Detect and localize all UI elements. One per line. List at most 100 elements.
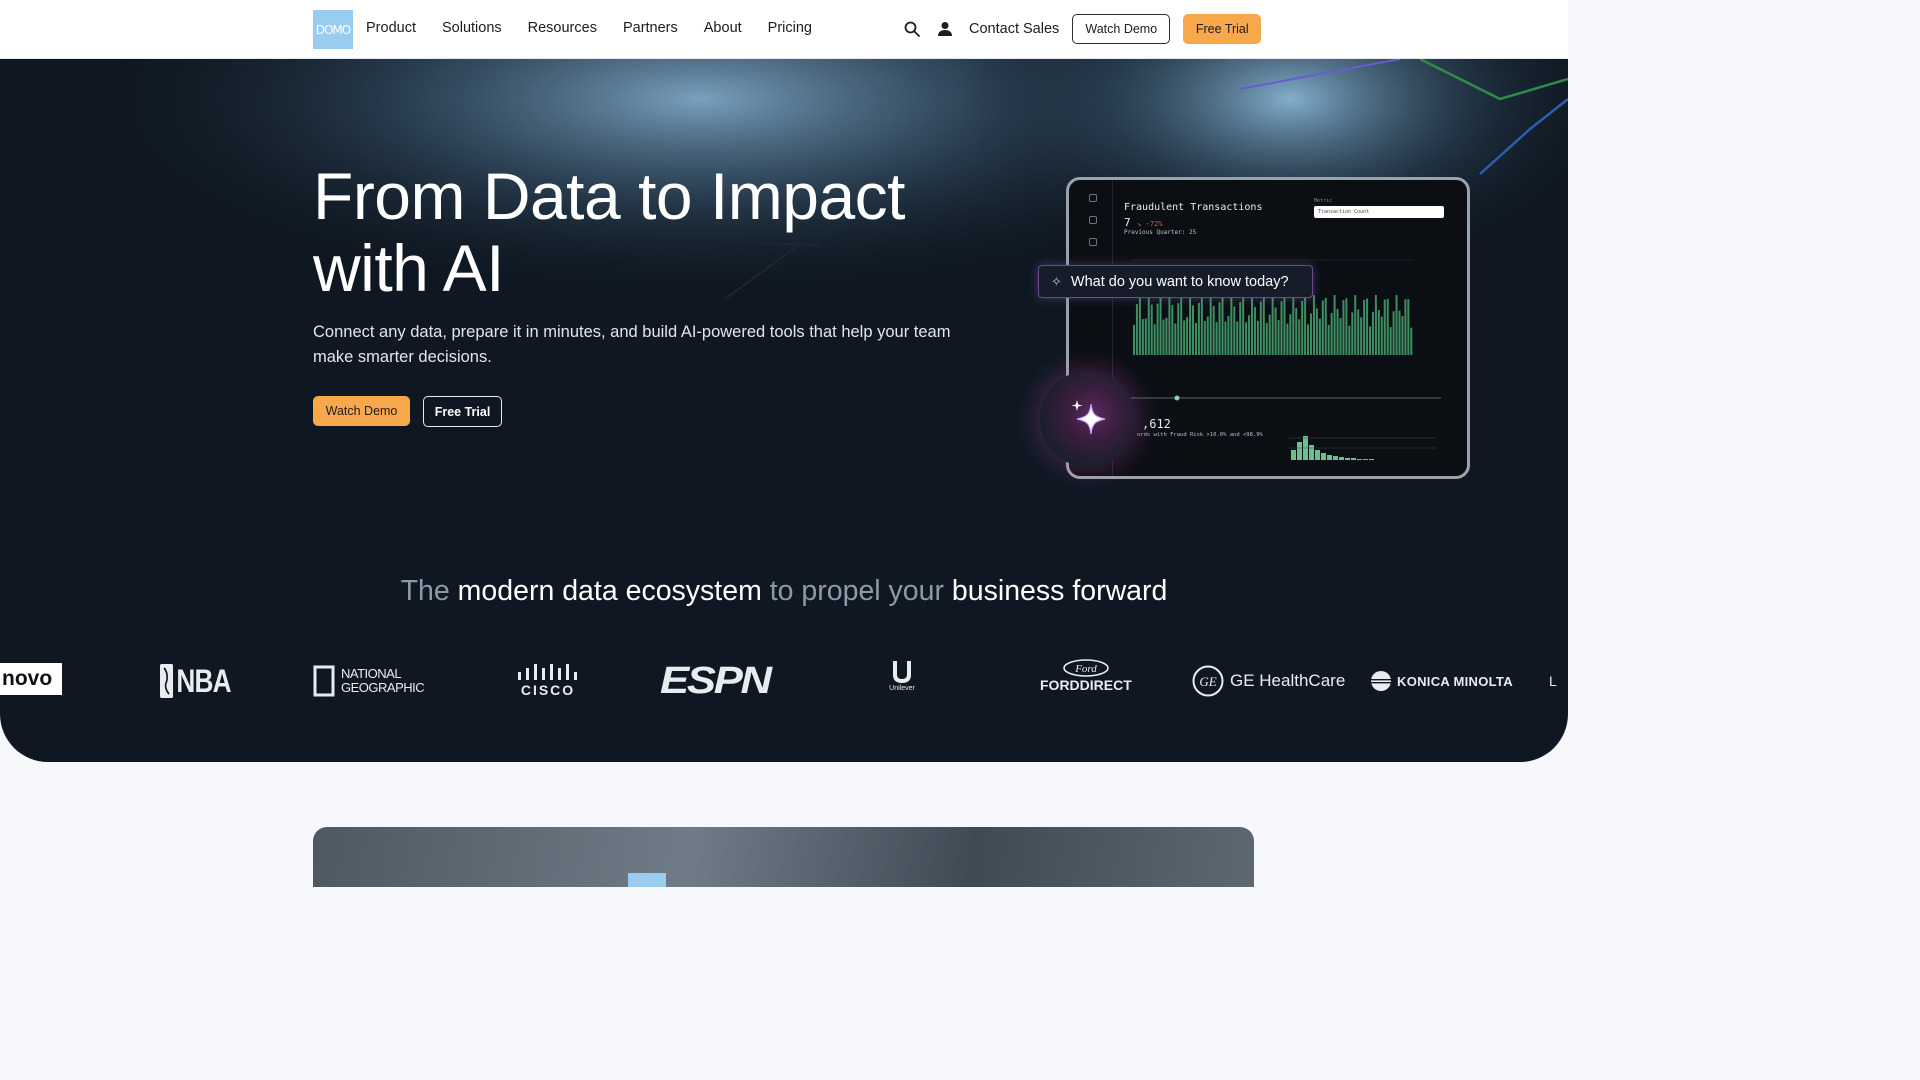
mini-bar: [1363, 299, 1366, 355]
domo-logo[interactable]: DOMO: [313, 10, 353, 49]
mini-bar: [1348, 325, 1351, 355]
hero-watch-demo-button[interactable]: Watch Demo: [313, 396, 410, 426]
mini-bar: [1289, 314, 1292, 355]
mini-bar: [1351, 312, 1354, 355]
sparkle-icon: ✧: [1051, 273, 1062, 289]
mini-bar: [1315, 308, 1318, 355]
mini-bar: [1141, 319, 1144, 355]
nav-pricing[interactable]: Pricing: [768, 20, 812, 36]
contact-sales-link[interactable]: Contact Sales: [969, 21, 1059, 37]
records-count: ,612: [1142, 417, 1171, 431]
search-icon[interactable]: [901, 18, 923, 40]
ai-prompt-pill[interactable]: ✧ What do you want to know today?: [1038, 265, 1313, 298]
mini-bar: [1383, 299, 1386, 355]
records-note: ords with Fraud Risk >10.0% and <98.9%: [1137, 432, 1263, 438]
mini-bar: [1227, 315, 1230, 355]
ecosystem-heading: The modern data ecosystem to propel your…: [0, 575, 1568, 608]
mini-bar: [1192, 305, 1194, 355]
mini-bar: [1189, 295, 1192, 355]
mini-bar: [1171, 304, 1174, 355]
forddirect-text: FORDDIRECT: [1040, 677, 1132, 693]
mini-bar: [1251, 295, 1253, 355]
konica-minolta-logo: KONICA MINOLTA: [1370, 659, 1513, 703]
mini-bar: [1150, 304, 1153, 355]
mini-bar: [1386, 298, 1389, 355]
histogram-bar: [1309, 445, 1314, 460]
mini-bar: [1159, 296, 1162, 355]
nav-about[interactable]: About: [704, 20, 742, 36]
histogram-bar: [1291, 450, 1296, 460]
nav-partners[interactable]: Partners: [623, 20, 678, 36]
lenovo-logo: novo: [0, 663, 62, 695]
mini-bar: [1256, 320, 1259, 355]
ge-text: GE HealthCare: [1230, 671, 1346, 690]
mini-bar: [1339, 317, 1342, 355]
mini-bar: [1138, 296, 1141, 355]
nav-watch-demo-button[interactable]: Watch Demo: [1072, 14, 1171, 44]
mini-bar: [1410, 327, 1413, 355]
nba-logo: NBA: [160, 659, 232, 703]
video-indicator: [628, 873, 666, 887]
mini-bar: [1374, 295, 1377, 355]
mini-bar: [1280, 301, 1283, 355]
mini-bar: [1401, 315, 1404, 355]
mini-bar: [1239, 302, 1242, 355]
nav-actions: Contact Sales Watch Demo Free Trial: [901, 14, 1262, 44]
mini-bar: [1218, 302, 1221, 355]
konica-text: KONICA MINOLTA: [1397, 673, 1513, 689]
ai-prompt-text: What do you want to know today?: [1070, 273, 1289, 290]
mini-bar: [1360, 317, 1363, 355]
unilever-text: Unilever: [889, 685, 915, 692]
national-geographic-logo: NATIONAL GEOGRAPHIC: [313, 659, 433, 703]
mini-bar: [1203, 320, 1206, 355]
eco-part2: modern data ecosystem: [457, 575, 762, 607]
nav-product[interactable]: Product: [366, 20, 416, 36]
mini-bar: [1268, 314, 1271, 355]
nav-free-trial-button[interactable]: Free Trial: [1183, 14, 1262, 44]
ge-healthcare-logo: GE GE HealthCare: [1192, 659, 1345, 703]
histogram-bar: [1327, 455, 1332, 460]
mini-bar: [1177, 303, 1180, 355]
histogram-bar: [1333, 456, 1338, 460]
mini-bar: [1233, 306, 1236, 355]
mini-bar: [1265, 322, 1268, 355]
hero-free-trial-button[interactable]: Free Trial: [423, 396, 502, 427]
ai-assistant-orb[interactable]: [1040, 371, 1136, 467]
histogram-bar: [1297, 442, 1302, 460]
hero-cta-group: Watch Demo Free Trial: [313, 396, 502, 427]
main-nav-links: Product Solutions Resources Partners Abo…: [366, 20, 812, 36]
featured-video-card[interactable]: [313, 827, 1254, 887]
mini-bar: [1354, 295, 1357, 355]
histogram-bar: [1351, 458, 1356, 460]
mini-bar: [1327, 324, 1330, 355]
mini-bar: [1224, 321, 1227, 355]
user-account-icon[interactable]: [934, 18, 956, 40]
mini-bar: [1310, 313, 1312, 355]
espn-logo: ESPN: [660, 659, 772, 702]
mini-bar: [1292, 295, 1295, 355]
mini-bar: [1377, 309, 1380, 355]
mini-bar: [1180, 296, 1183, 355]
histogram-bar: [1321, 453, 1326, 460]
mini-bar: [1200, 296, 1203, 355]
mini-bar: [1336, 308, 1339, 355]
nav-solutions[interactable]: Solutions: [442, 20, 502, 36]
mini-bar: [1248, 315, 1251, 355]
mini-bar: [1168, 295, 1171, 355]
mini-bar: [1221, 296, 1224, 355]
mini-bar: [1183, 320, 1186, 355]
transaction-bars: [1133, 295, 1413, 355]
mini-bar: [1389, 327, 1392, 355]
nav-resources[interactable]: Resources: [528, 20, 597, 36]
mini-bar: [1404, 299, 1407, 355]
histogram-bar: [1369, 459, 1374, 460]
logo-text: DOMO: [315, 22, 351, 37]
svg-text:Ford: Ford: [1074, 663, 1097, 675]
mini-bar: [1277, 320, 1280, 355]
histogram-bar: [1357, 459, 1362, 460]
mini-bar: [1371, 311, 1374, 355]
mini-bar: [1369, 326, 1371, 355]
hero-headline: From Data to Impact with AI: [313, 159, 906, 305]
mini-bar: [1165, 317, 1168, 355]
mini-bar: [1345, 298, 1348, 355]
